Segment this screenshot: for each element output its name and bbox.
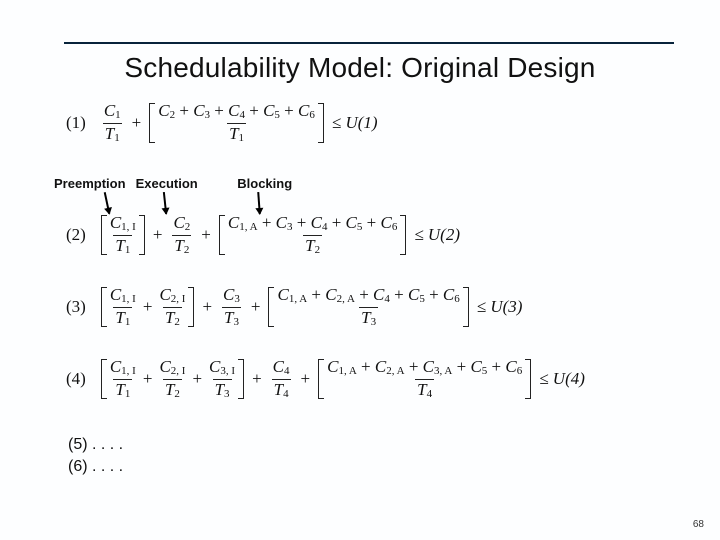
page-title: Schedulability Model: Original Design <box>0 52 720 84</box>
equation-4: (4) C1, IT1 + C2, IT2 + C3, IT3 + C4T4 +… <box>66 358 680 400</box>
label-execution: Execution <box>136 176 234 191</box>
equation-6-ellipsis: (6) . . . . <box>68 458 123 476</box>
arrow-icon <box>163 192 167 214</box>
bracket-term: C2 + C3 + C4 + C5 + C6 T1 <box>149 103 324 143</box>
equation-1: (1) C1 T1 + C2 + C3 + C4 + C5 + C6 T1 ≤ … <box>66 102 680 144</box>
arrow-icon <box>104 192 111 214</box>
term-labels: Preemption Execution Blocking <box>54 176 292 191</box>
inequality: ≤ U(1) <box>329 113 381 133</box>
label-preemption: Preemption <box>54 176 132 191</box>
fraction: C1 T1 <box>100 102 125 144</box>
header-rule <box>64 42 674 44</box>
eq-number: (1) <box>66 113 86 133</box>
label-blocking: Blocking <box>237 176 292 191</box>
page-number: 68 <box>693 519 704 530</box>
arrow-icon <box>257 192 261 214</box>
equation-3: (3) C1, IT1 + C2, IT2 + C3T3 + C1, A + C… <box>66 286 680 328</box>
equation-2: (2) C1, I T1 + C2 T2 + C1, A + C3 + C4 +… <box>66 214 680 256</box>
equation-5-ellipsis: (5) . . . . <box>68 436 123 454</box>
